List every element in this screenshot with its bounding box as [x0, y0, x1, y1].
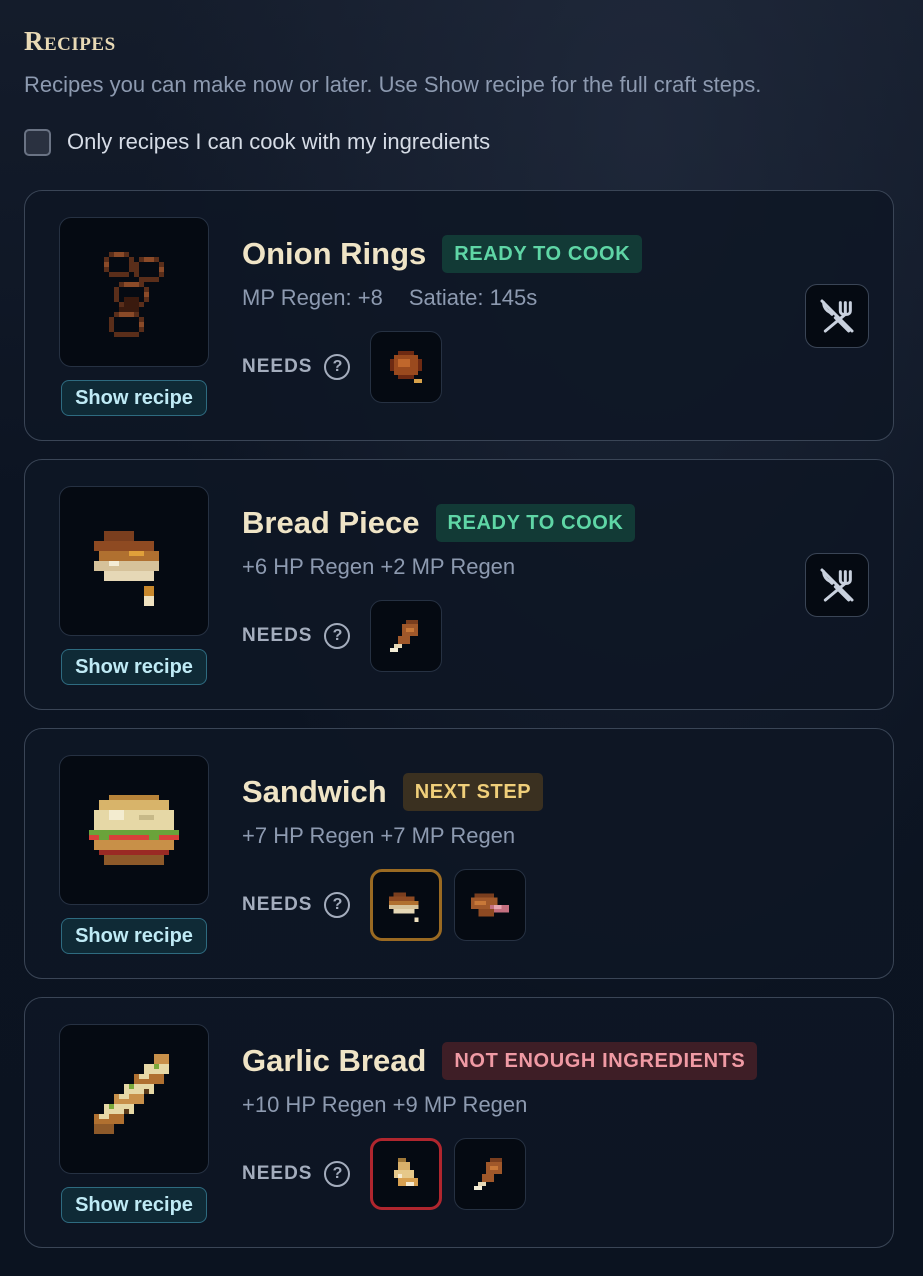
- stat-regen: +10 HP Regen +9 MP Regen: [242, 1092, 528, 1117]
- needs-label: NEEDS: [242, 356, 313, 377]
- stat-satiate: Satiate: 145s: [408, 285, 538, 310]
- meat-icon: [390, 351, 423, 383]
- only-cookable-filter[interactable]: Only recipes I can cook with my ingredie…: [24, 126, 490, 158]
- recipe-card-onion-rings: Show recipe Onion Rings READY TO COOK MP…: [24, 190, 894, 441]
- help-icon[interactable]: ?: [324, 1161, 351, 1187]
- bread-piece-icon: [59, 486, 209, 636]
- bread-piece-icon: [389, 892, 420, 922]
- recipe-stats: +7 HP Regen +7 MP Regen: [242, 823, 515, 849]
- needs-row: NEEDS ?: [242, 869, 527, 941]
- garlic-bread-icon: [59, 1024, 209, 1174]
- help-icon[interactable]: ?: [324, 623, 351, 649]
- recipe-stats: MP Regen: +8 Satiate: 145s: [242, 285, 537, 311]
- recipe-title: Sandwich: [242, 774, 387, 809]
- recipe-card-bread-piece: Show recipe Bread Piece READY TO COOK +6…: [24, 459, 894, 710]
- stat-mp-regen: MP Regen: +8: [242, 285, 383, 310]
- stat-regen: +6 HP Regen +2 MP Regen: [242, 554, 516, 579]
- needs-row: NEEDS ?: [242, 331, 443, 403]
- ingredient-slot-highlighted[interactable]: [370, 869, 443, 941]
- status-badge: NEXT STEP: [402, 773, 544, 811]
- recipe-stats: +10 HP Regen +9 MP Regen: [242, 1092, 527, 1118]
- recipe-title: Garlic Bread: [242, 1043, 427, 1078]
- status-badge: NOT ENOUGH INGREDIENTS: [442, 1042, 758, 1080]
- ingredient-slot[interactable]: [370, 600, 443, 672]
- needs-row: NEEDS ?: [242, 1138, 527, 1210]
- recipe-stats: +6 HP Regen +2 MP Regen: [242, 554, 515, 580]
- show-recipe-button[interactable]: Show recipe: [61, 918, 207, 954]
- show-recipe-button[interactable]: Show recipe: [61, 380, 207, 416]
- needs-label: NEEDS: [242, 625, 313, 646]
- status-badge: READY TO COOK: [435, 504, 636, 542]
- cook-button[interactable]: [805, 284, 869, 348]
- drumstick-icon: [474, 1158, 503, 1190]
- help-icon[interactable]: ?: [324, 354, 351, 380]
- needs-label: NEEDS: [242, 1163, 313, 1184]
- ham-icon: [471, 893, 510, 917]
- recipe-card-garlic-bread: Show recipe Garlic Bread NOT ENOUGH INGR…: [24, 997, 894, 1248]
- status-badge: READY TO COOK: [442, 235, 643, 273]
- needs-label: NEEDS: [242, 894, 313, 915]
- ingredient-slot[interactable]: [370, 331, 443, 403]
- ingredient-slot[interactable]: [454, 869, 527, 941]
- only-cookable-label: Only recipes I can cook with my ingredie…: [67, 129, 491, 154]
- utensils-crossed-icon: [820, 568, 854, 602]
- drumstick-icon: [390, 620, 419, 652]
- help-icon[interactable]: ?: [324, 892, 351, 918]
- garlic-icon: [394, 1158, 419, 1186]
- only-cookable-checkbox[interactable]: [24, 128, 51, 156]
- onion-rings-icon: [59, 217, 209, 367]
- show-recipe-button[interactable]: Show recipe: [61, 649, 207, 685]
- show-recipe-button[interactable]: Show recipe: [61, 1187, 207, 1223]
- page-title: Recipes: [24, 26, 116, 56]
- recipe-card-sandwich: Show recipe Sandwich NEXT STEP +7 HP Reg…: [24, 728, 894, 979]
- sandwich-icon: [59, 755, 209, 905]
- page-subtitle: Recipes you can make now or later. Use S…: [24, 72, 762, 97]
- cook-button[interactable]: [805, 553, 869, 617]
- ingredient-slot-missing[interactable]: [370, 1138, 443, 1210]
- recipe-title: Bread Piece: [242, 505, 420, 540]
- recipe-title: Onion Rings: [242, 236, 427, 271]
- stat-regen: +7 HP Regen +7 MP Regen: [242, 823, 516, 848]
- ingredient-slot[interactable]: [454, 1138, 527, 1210]
- utensils-crossed-icon: [820, 299, 854, 333]
- needs-row: NEEDS ?: [242, 600, 443, 672]
